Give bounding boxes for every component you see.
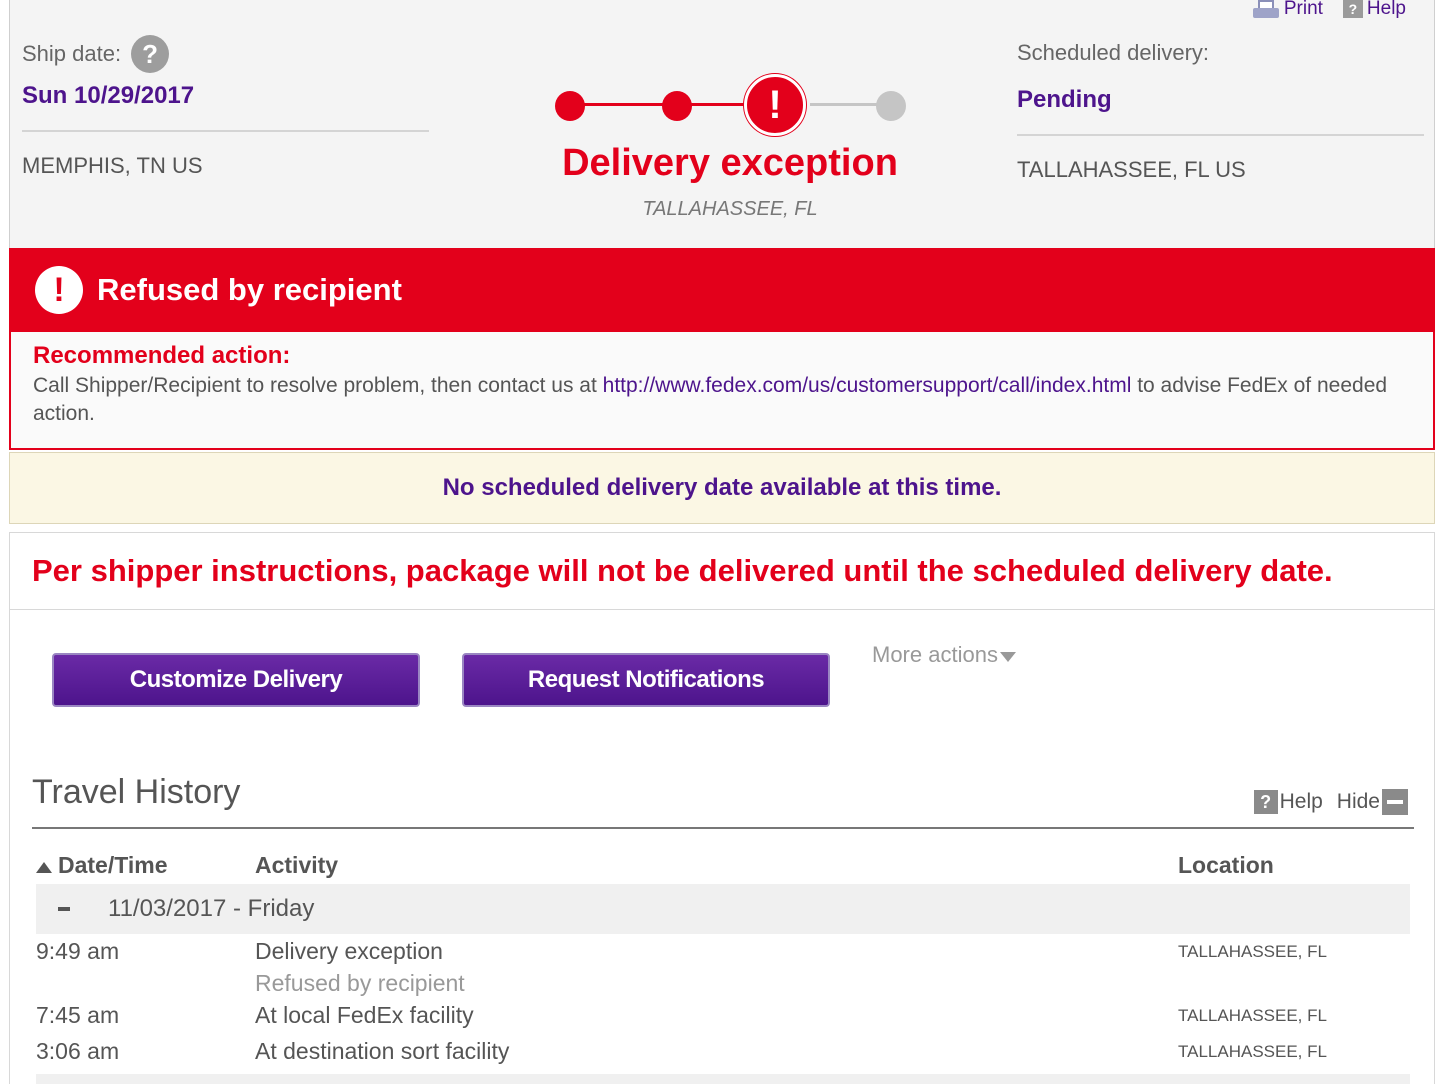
- no-date-notice: No scheduled delivery date available at …: [9, 452, 1435, 524]
- alert-title: Refused by recipient: [97, 272, 402, 307]
- event-location: TALLAHASSEE, FL: [1178, 1042, 1327, 1061]
- shipment-status-card: Print ? Help Ship date: ? Sun 10/29/2017…: [9, 0, 1435, 248]
- progress-dot-picked-up: [555, 91, 585, 121]
- event-time: 7:45 am: [36, 1002, 120, 1028]
- event-activity: Delivery exception: [255, 938, 443, 964]
- recommended-action-panel: Recommended action: Call Shipper/Recipie…: [9, 332, 1435, 450]
- progress-dot-in-transit: [662, 91, 692, 121]
- divider: [1017, 134, 1424, 136]
- column-header-datetime[interactable]: Date/Time: [36, 852, 168, 879]
- progress-dot-delivered: [876, 91, 906, 121]
- scheduled-delivery-label: Scheduled delivery:: [1017, 40, 1210, 65]
- more-actions-label[interactable]: More actions: [872, 642, 998, 668]
- event-activity: At local FedEx facility: [255, 1002, 474, 1028]
- collapse-day-icon[interactable]: [58, 907, 70, 911]
- help-link[interactable]: ? Help: [1342, 0, 1406, 20]
- progress-line-complete: [570, 103, 750, 106]
- recommended-action-text: Call Shipper/Recipient to resolve proble…: [33, 372, 1411, 428]
- event-location: TALLAHASSEE, FL: [1178, 1006, 1327, 1025]
- hide-label[interactable]: Hide: [1337, 790, 1380, 814]
- event-time: 3:06 am: [36, 1038, 120, 1064]
- travel-history-title: Travel History: [32, 773, 241, 811]
- next-day-group-row: [36, 1074, 1410, 1084]
- customer-support-link[interactable]: http://www.fedex.com/us/customersupport/…: [603, 374, 1132, 397]
- status-location: TALLAHASSEE, FL: [642, 198, 818, 220]
- divider: [22, 130, 429, 132]
- help-icon: ?: [1253, 790, 1278, 814]
- print-link[interactable]: Print: [1252, 0, 1323, 20]
- event-activity: At destination sort facility: [255, 1038, 510, 1064]
- scheduled-delivery-value: Pending: [1017, 86, 1112, 113]
- column-header-activity: Activity: [255, 852, 339, 878]
- event-location: TALLAHASSEE, FL: [1178, 942, 1327, 961]
- request-notifications-button[interactable]: Request Notifications: [462, 653, 830, 707]
- customize-delivery-button[interactable]: Customize Delivery: [52, 653, 420, 707]
- help-label[interactable]: Help: [1367, 0, 1406, 20]
- day-label: 11/03/2017 - Friday: [108, 895, 315, 922]
- sort-ascending-icon: [36, 862, 52, 873]
- exclamation-icon: !: [35, 266, 83, 314]
- event-time: 9:49 am: [36, 938, 120, 964]
- exception-icon: !: [744, 74, 806, 136]
- header-links: Print ? Help: [1252, 0, 1406, 20]
- column-header-location: Location: [1178, 852, 1274, 878]
- alert-banner: ! Refused by recipient: [9, 248, 1435, 332]
- travel-history-help[interactable]: ? Help: [1253, 790, 1323, 814]
- collapse-icon[interactable]: [1382, 789, 1408, 815]
- ship-info: Ship date: ? Sun 10/29/2017 MEMPHIS, TN …: [22, 35, 429, 179]
- ship-date-value: Sun 10/29/2017: [22, 82, 195, 109]
- progress-tracker: !: [540, 70, 920, 140]
- travel-history-header: Travel History ? Help Hide: [32, 773, 1414, 829]
- event-detail: Refused by recipient: [255, 970, 465, 996]
- more-actions-dropdown[interactable]: More actions: [872, 642, 1016, 668]
- chevron-down-icon: [999, 651, 1016, 662]
- print-label[interactable]: Print: [1284, 0, 1323, 20]
- recommended-action-label: Recommended action:: [33, 342, 291, 369]
- question-icon[interactable]: ?: [131, 35, 170, 73]
- status-title: Delivery exception: [562, 142, 898, 184]
- details-panel: Customize Delivery Request Notifications…: [9, 610, 1435, 1084]
- action-text-start: Call Shipper/Recipient to resolve proble…: [33, 374, 603, 397]
- destination-location: TALLAHASSEE, FL US: [1017, 157, 1246, 182]
- travel-history-controls: ? Help Hide: [1253, 789, 1408, 815]
- ship-date-label: Ship date:: [22, 41, 122, 66]
- shipper-instructions: Per shipper instructions, package will n…: [9, 532, 1435, 610]
- scheduled-info: Scheduled delivery: Pending TALLAHASSEE,…: [1017, 40, 1424, 183]
- origin-location: MEMPHIS, TN US: [22, 153, 203, 178]
- day-group-row: 11/03/2017 - Friday: [36, 884, 1410, 934]
- help-label[interactable]: Help: [1280, 790, 1323, 814]
- travel-history-hide[interactable]: Hide: [1337, 789, 1408, 815]
- datetime-header-label[interactable]: Date/Time: [58, 852, 168, 878]
- help-icon: ?: [1342, 0, 1363, 18]
- printer-icon: [1252, 0, 1280, 18]
